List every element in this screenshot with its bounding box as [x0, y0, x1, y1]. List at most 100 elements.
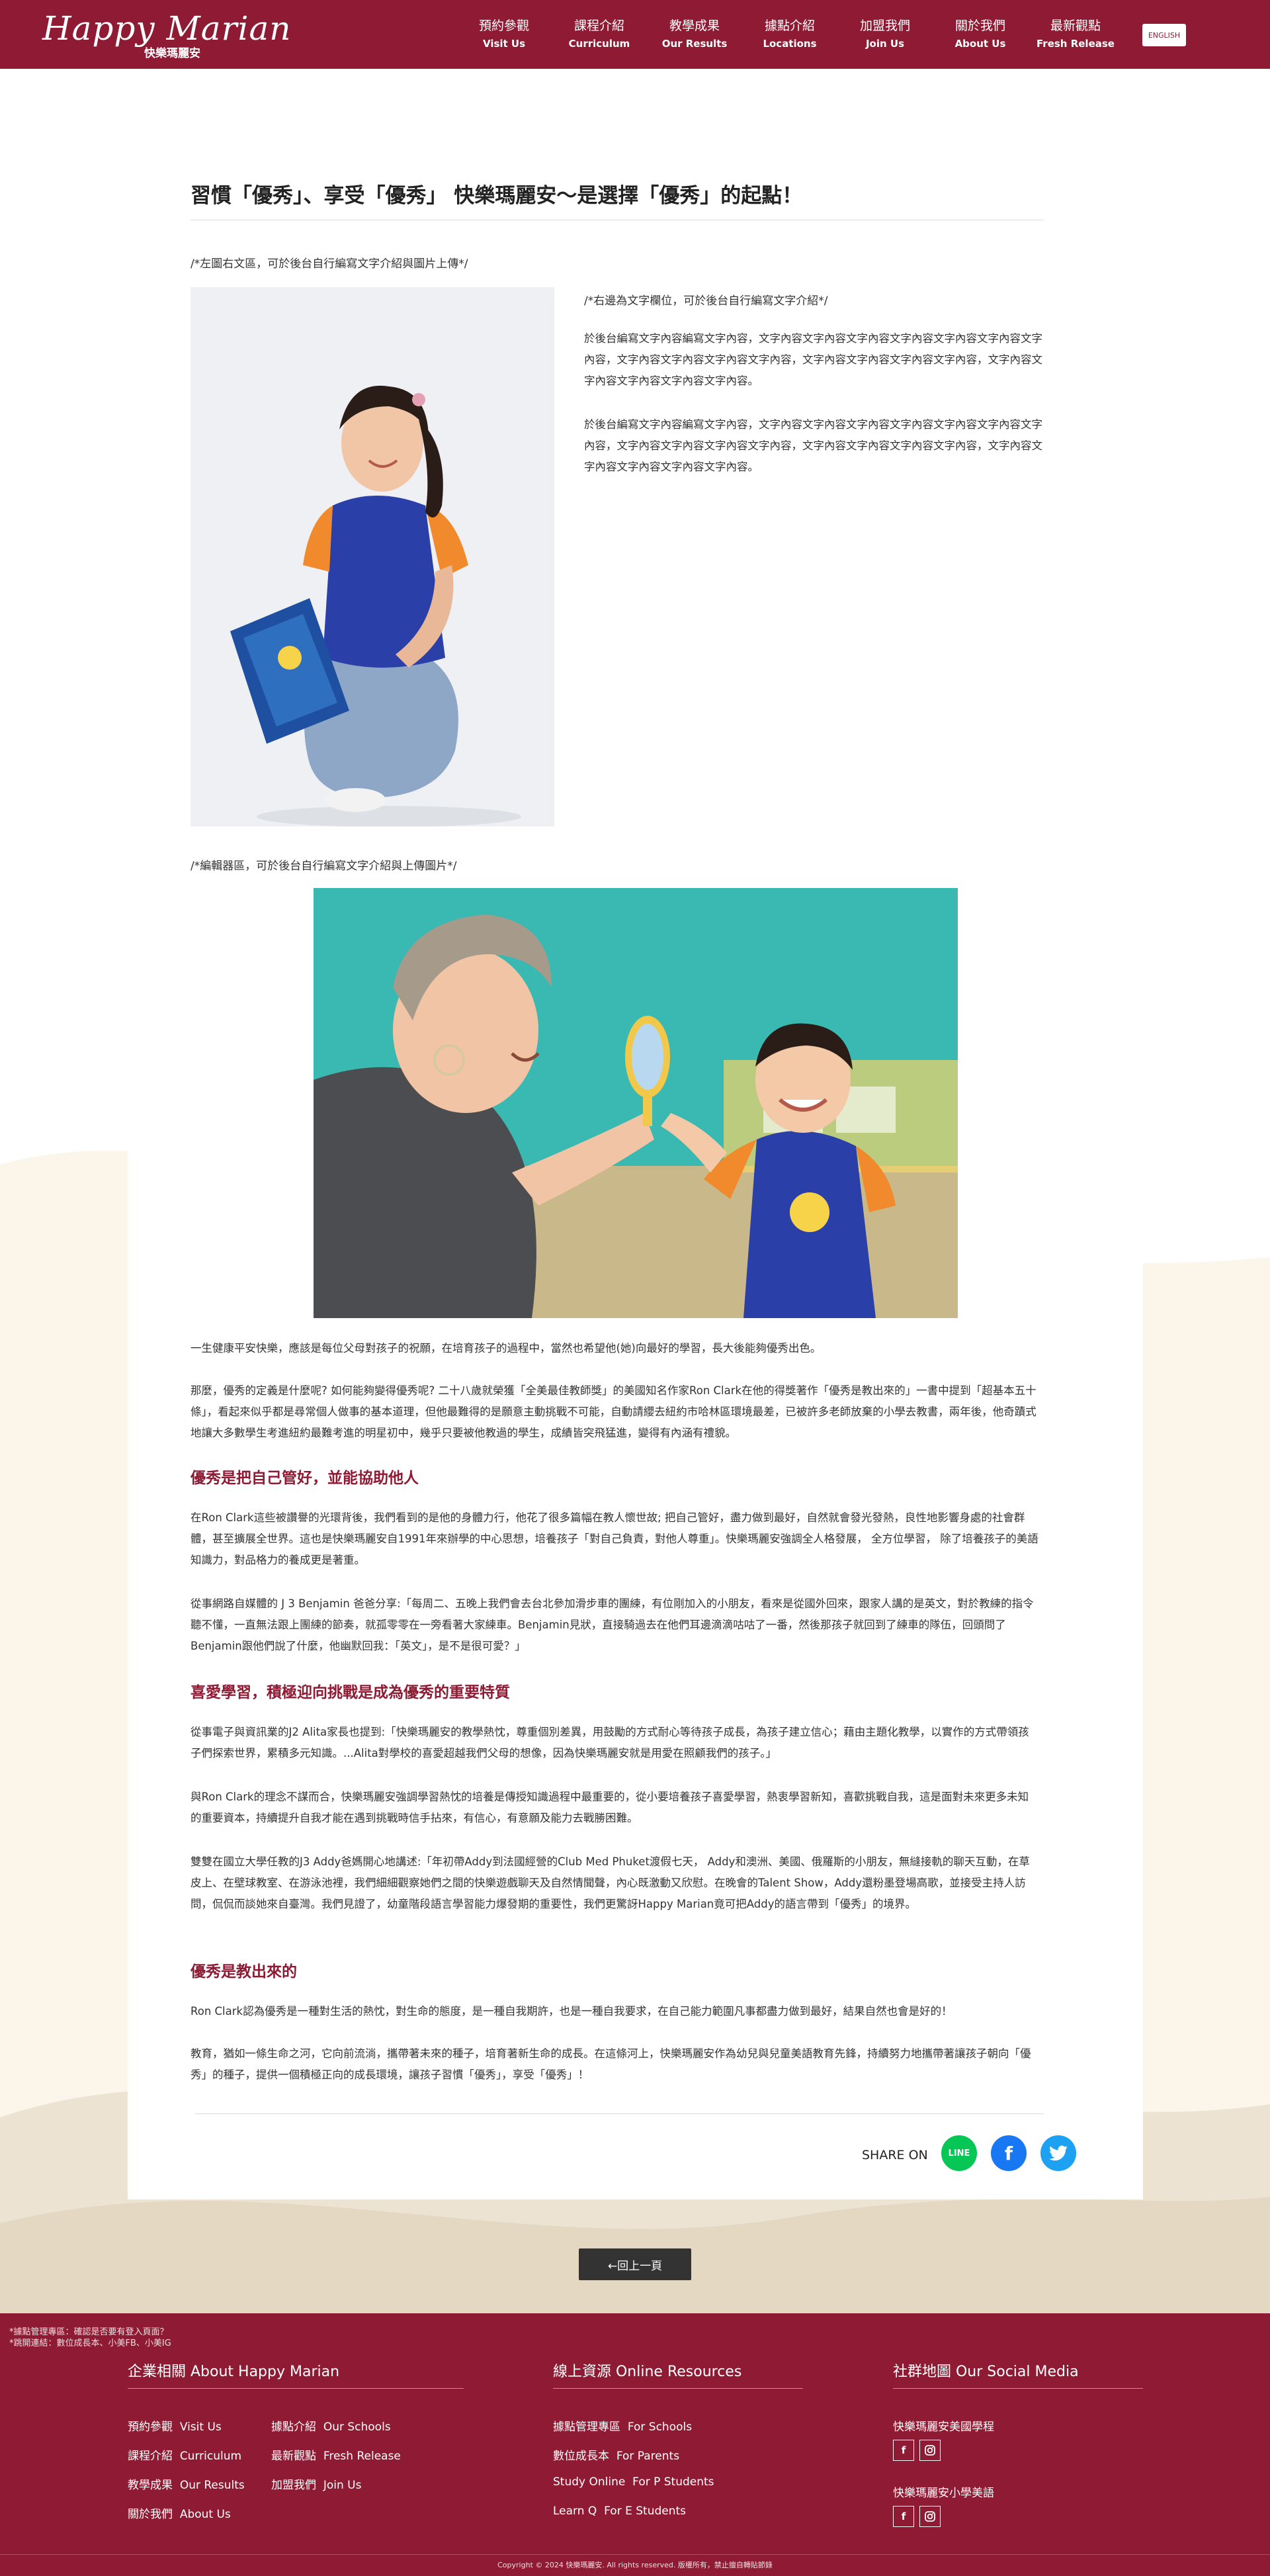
link-zh: 預約參觀 — [128, 2421, 173, 2434]
nav-label-en: Visit Us — [482, 38, 526, 50]
nav-label-en: Locations — [763, 38, 817, 50]
link-zh: Learn Q — [553, 2505, 597, 2518]
nav-item-locations[interactable]: 據點介紹 Locations — [742, 17, 837, 51]
body-paragraph: 一生健康平安快樂，應該是每位父母對孩子的祝願，在培育孩子的過程中，當然也希望他(… — [190, 1342, 822, 1355]
main-nav: 預約參觀 Visit Us 課程介紹 Curriculum 教學成果 Our Resu… — [456, 17, 1123, 51]
body-paragraph: 從事網路自媒體的 J 3 Benjamin 爸爸分享:「每周二、五晚上我們會去台… — [190, 1597, 1034, 1652]
link-zh: 關於我們 — [128, 2508, 173, 2521]
nav-label-en: Our Results — [661, 38, 728, 50]
body-paragraph: Ron Clark認為優秀是一種對生活的熱忱，對生命的態度，是一種自我期許，也是… — [190, 2005, 952, 2018]
link-zh: 據點管理專區 — [553, 2421, 620, 2434]
language-switch-button[interactable]: ENGLISH — [1142, 24, 1186, 46]
nav-label-en: Fresh Release — [1037, 38, 1115, 50]
site-footer: *據點管理專區：確認是否要有登入頁面？ *跳開連結：數位成長本、小美FB、小美I… — [0, 2313, 1270, 2576]
twitter-icon[interactable] — [1040, 2135, 1076, 2171]
link-en: For Parents — [616, 2450, 680, 2463]
body-paragraph: 雙雙在國立大學任教的J3 Addy爸媽開心地講述:「年初帶Addy到法國經營的C… — [190, 1855, 1030, 1910]
link-en: Curriculum — [179, 2450, 242, 2463]
footer-col-divider — [553, 2388, 803, 2389]
section-heading: 喜愛學習，積極迎向挑戰是成為優秀的重要特質 — [190, 1684, 510, 1701]
link-zh: 數位成長本 — [553, 2450, 609, 2463]
link-en: Fresh Release — [323, 2450, 401, 2463]
top-header: Happy Marian 快樂瑪麗安 預約參觀 Visit Us 課程介紹 Curr… — [0, 0, 1270, 69]
share-label: SHARE ON — [862, 2148, 928, 2162]
article-card: 習慣「優秀」、享受「優秀」 快樂瑪麗安～是選擇「優秀」的起點！ /*左圖右文區，… — [128, 135, 1143, 2199]
footer-notes: *據點管理專區：確認是否要有登入頁面？ *跳開連結：數位成長本、小美FB、小美I… — [9, 2327, 171, 2349]
footer-link-for-parents[interactable]: 數位成長本 For Parents — [553, 2446, 679, 2463]
back-to-previous-button[interactable]: ←回上一頁 — [579, 2248, 691, 2280]
link-zh: 據點介紹 — [271, 2421, 316, 2434]
link-en: Visit Us — [179, 2421, 222, 2434]
instagram-icon[interactable] — [919, 2440, 941, 2461]
logo-text-en: Happy Marian — [42, 9, 292, 48]
footer-col-title-social: 社群地圖 Our Social Media — [893, 2364, 1079, 2380]
nav-label-zh: 據點介紹 — [764, 19, 815, 33]
footer-link-curriculum[interactable]: 課程介紹 Curriculum — [128, 2446, 241, 2463]
instagram-icon[interactable] — [919, 2506, 941, 2527]
footer-col-divider — [128, 2388, 464, 2389]
social-group-label: 快樂瑪麗安小學美語 — [893, 2487, 994, 2500]
site-logo[interactable]: Happy Marian 快樂瑪麗安 — [42, 9, 292, 60]
nav-item-curriculum[interactable]: 課程介紹 Curriculum — [552, 17, 647, 51]
logo-text-zh: 快樂瑪麗安 — [144, 47, 200, 60]
footer-col-title-resources: 線上資源 Online Resources — [553, 2364, 742, 2380]
body-paragraph: 教育，猶如一條生命之河，它向前流淌，攜帶著未來的種子，培育著新生命的成長。在這條… — [190, 2047, 1031, 2081]
article-photo-teacher-and-boy — [314, 888, 958, 1318]
nav-item-join[interactable]: 加盟我們 Join Us — [837, 17, 933, 51]
link-en: Our Schools — [323, 2421, 391, 2434]
footer-link-visit[interactable]: 預約參觀 Visit Us — [128, 2417, 222, 2434]
link-en: For E Students — [604, 2505, 687, 2518]
body-paragraph: 從事電子與資訊業的J2 Alita家長也提到:「快樂瑪麗安的教學熱忱，尊重個別差… — [190, 1726, 1029, 1759]
nav-label-zh: 最新觀點 — [1050, 19, 1101, 33]
nav-item-visit[interactable]: 預約參觀 Visit Us — [456, 17, 552, 51]
nav-label-zh: 課程介紹 — [573, 19, 624, 33]
footer-link-results[interactable]: 教學成果 Our Results — [128, 2475, 245, 2492]
facebook-icon[interactable]: f — [991, 2135, 1027, 2171]
footer-link-study-online[interactable]: Study Online For P Students — [553, 2475, 714, 2489]
footer-note: *據點管理專區：確認是否要有登入頁面？ — [9, 2327, 169, 2337]
link-en: For P Students — [632, 2475, 714, 2489]
link-zh: 最新觀點 — [271, 2450, 316, 2463]
facebook-icon[interactable]: f — [893, 2506, 914, 2527]
link-en: Join Us — [323, 2479, 362, 2492]
footer-link-join[interactable]: 加盟我們 Join Us — [271, 2475, 361, 2492]
footer-link-fresh-release[interactable]: 最新觀點 Fresh Release — [271, 2446, 401, 2463]
link-en: Our Results — [179, 2479, 245, 2492]
link-zh: 課程介紹 — [128, 2450, 173, 2463]
article-title: 習慣「優秀」、享受「優秀」 快樂瑪麗安～是選擇「優秀」的起點！ — [190, 184, 803, 208]
editor-caption: /*編輯器區，可於後台自行編寫文字介紹與上傳圖片*/ — [190, 860, 457, 873]
right-paragraph-2: 於後台編寫文字內容編寫文字內容，文字內容文字內容文字內容文字內容文字內容文字內容… — [584, 418, 1042, 473]
facebook-icon[interactable]: f — [893, 2440, 914, 2461]
line-icon[interactable]: LINE — [941, 2135, 977, 2171]
article-photo-girl-reading — [190, 287, 554, 826]
link-zh: 教學成果 — [128, 2479, 173, 2492]
footer-link-about[interactable]: 關於我們 About Us — [128, 2505, 231, 2521]
footer-note: *跳開連結：數位成長本、小美FB、小美IG — [9, 2338, 171, 2348]
footer-link-learn-q[interactable]: Learn Q For E Students — [553, 2505, 686, 2518]
body-paragraph: 在Ron Clark這些被讚譽的光環背後，我們看到的是他的身體力行，他花了很多篇… — [190, 1511, 1038, 1566]
copyright-divider — [0, 2554, 1270, 2555]
link-en: For Schools — [627, 2421, 693, 2434]
nav-item-results[interactable]: 教學成果 Our Results — [647, 17, 742, 51]
right-text-caption: /*右邊為文字欄位，可於後台自行編寫文字介紹*/ — [584, 294, 828, 308]
nav-label-en: Curriculum — [568, 38, 630, 50]
nav-label-zh: 加盟我們 — [859, 19, 910, 33]
footer-col-title-about: 企業相關 About Happy Marian — [128, 2364, 340, 2380]
nav-label-en: About Us — [954, 38, 1006, 50]
footer-link-schools[interactable]: 據點介紹 Our Schools — [271, 2417, 391, 2434]
nav-label-en: Join Us — [865, 38, 905, 50]
link-en: About Us — [179, 2508, 231, 2521]
nav-item-fresh-release[interactable]: 最新觀點 Fresh Release — [1028, 17, 1123, 51]
copyright-text: Copyright © 2024 快樂瑪麗安. All rights reser… — [497, 2561, 773, 2569]
footer-col-divider — [893, 2388, 1143, 2389]
body-paragraph: 與Ron Clark的理念不謀而合，快樂瑪麗安強調學習熱忱的培養是傳授知識過程中… — [190, 1791, 1029, 1824]
link-zh: 加盟我們 — [271, 2479, 316, 2492]
left-image-caption: /*左圖右文區，可於後台自行編寫文字介紹與圖片上傳*/ — [190, 257, 468, 271]
section-heading: 優秀是把自己管好，並能協助他人 — [190, 1470, 419, 1487]
nav-label-zh: 關於我們 — [954, 19, 1005, 33]
share-divider — [195, 2113, 1044, 2114]
nav-item-about[interactable]: 關於我們 About Us — [933, 17, 1028, 51]
section-heading: 優秀是教出來的 — [190, 1963, 297, 1980]
nav-label-zh: 教學成果 — [669, 19, 720, 33]
footer-link-for-schools[interactable]: 據點管理專區 For Schools — [553, 2417, 692, 2434]
